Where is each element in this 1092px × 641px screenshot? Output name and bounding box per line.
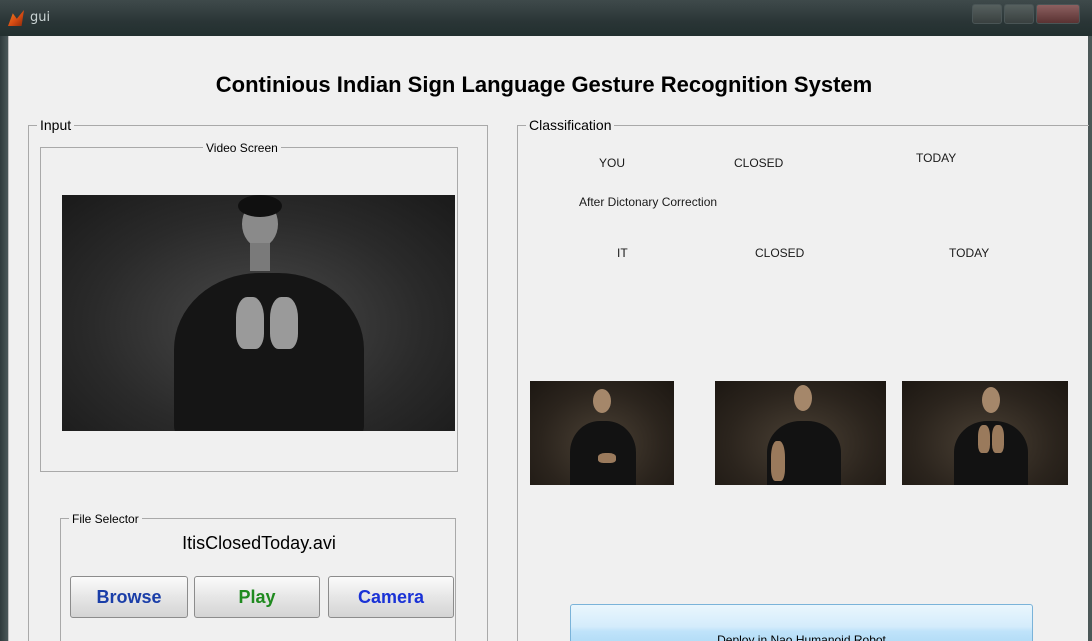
signer-head [982, 387, 1000, 413]
signer-head [794, 385, 812, 411]
window-client-area: Continious Indian Sign Language Gesture … [8, 36, 1089, 641]
signer-left-hand [978, 425, 990, 453]
signer-hand [598, 453, 616, 463]
recognized-word: CLOSED [734, 156, 784, 170]
file-selector-panel: File Selector ItisClosedToday.avi Browse… [60, 511, 456, 641]
signer-left-hand [236, 297, 264, 349]
classification-panel: Classification YOU CLOSED TODAY After Di… [517, 117, 1089, 641]
app-title: Continious Indian Sign Language Gesture … [215, 72, 873, 97]
signer-hair [238, 195, 282, 217]
file-selector-label: File Selector [69, 511, 142, 527]
input-panel: Input Video Screen File Selector ItisClo… [28, 117, 488, 641]
signer-right-hand [270, 297, 298, 349]
signer-neck [250, 243, 270, 271]
matlab-app-icon [8, 10, 24, 26]
camera-button[interactable]: Camera [328, 576, 454, 618]
close-button[interactable] [1036, 4, 1080, 24]
gesture-frame-1 [530, 381, 674, 485]
signer-body [954, 421, 1028, 485]
maximize-button[interactable] [1004, 4, 1034, 24]
signer-hand [771, 441, 785, 481]
play-button[interactable]: Play [194, 576, 320, 618]
gesture-frame-3 [902, 381, 1068, 485]
signer-body [174, 273, 364, 431]
corrected-word: TODAY [949, 246, 990, 260]
browse-button[interactable]: Browse [70, 576, 188, 618]
corrected-word: IT [617, 246, 628, 260]
gesture-frame-2 [715, 381, 886, 485]
video-screen-label: Video Screen [203, 140, 281, 156]
input-panel-label: Input [37, 117, 75, 133]
deploy-robot-button[interactable]: Deploy in Nao Humanoid Robot [570, 604, 1033, 641]
selected-file-name: ItisClosedToday.avi [182, 533, 336, 553]
minimize-button[interactable] [972, 4, 1002, 24]
signer-right-hand [992, 425, 1004, 453]
window-controls [972, 4, 1080, 24]
dictionary-correction-label: After Dictonary Correction [579, 195, 718, 209]
video-screen-panel: Video Screen [40, 140, 458, 472]
video-screen [62, 195, 455, 431]
window-titlebar[interactable]: gui [0, 0, 1092, 36]
signer-head [593, 389, 611, 413]
recognized-word: TODAY [916, 151, 957, 165]
corrected-word: CLOSED [755, 246, 805, 260]
recognized-word: YOU [599, 156, 626, 170]
classification-panel-label: Classification [526, 117, 615, 133]
window-left-border [0, 36, 8, 641]
window-title: gui [30, 10, 51, 25]
